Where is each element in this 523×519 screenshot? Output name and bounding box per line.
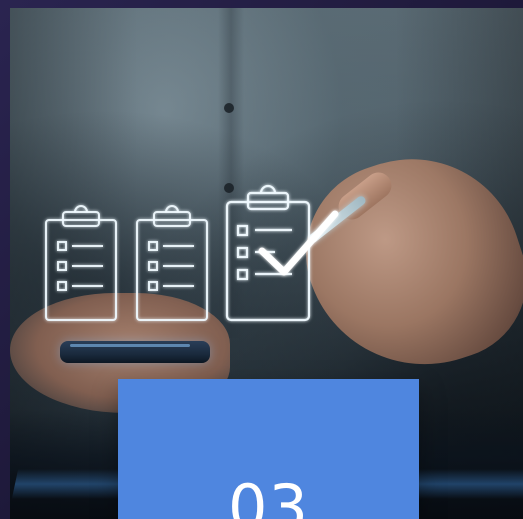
shirt-button <box>224 103 234 113</box>
step-number: 03 <box>228 471 309 519</box>
shirt-button <box>224 183 234 193</box>
hero-image-card: 03 <box>0 0 523 519</box>
smartphone <box>60 341 210 363</box>
step-number-card: 03 <box>118 379 419 519</box>
shirt-placket <box>218 8 244 338</box>
